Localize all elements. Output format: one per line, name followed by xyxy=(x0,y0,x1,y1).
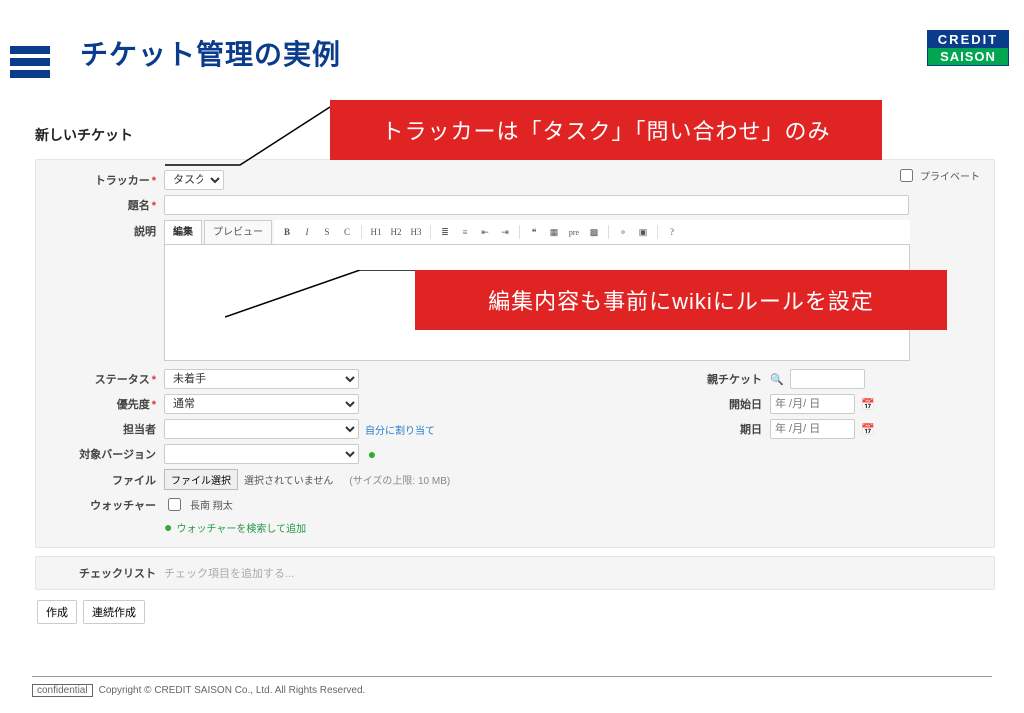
callout-tracker: トラッカーは「タスク」「問い合わせ」のみ xyxy=(330,100,882,160)
file-status: 選択されていません xyxy=(244,472,333,487)
pointer-line-1 xyxy=(165,105,335,170)
watcher-name: 長南 翔太 xyxy=(190,497,233,512)
toolbar-strike-icon[interactable]: S xyxy=(318,223,336,241)
toolbar-pre-icon[interactable]: pre xyxy=(565,223,583,241)
toolbar-ul-icon[interactable]: ≣ xyxy=(436,223,454,241)
description-label: 説明 xyxy=(48,220,164,239)
tracker-select[interactable]: タスク xyxy=(164,170,224,190)
assignee-label: 担当者 xyxy=(48,421,164,437)
due-date-input[interactable] xyxy=(770,419,855,439)
target-version-label: 対象バージョン xyxy=(48,446,164,462)
priority-select[interactable]: 通常 xyxy=(164,394,359,414)
toolbar-code-icon[interactable]: C xyxy=(338,223,356,241)
priority-label: 優先度* xyxy=(48,396,164,412)
status-label: ステータス* xyxy=(48,371,164,387)
toolbar-h2-icon[interactable]: H2 xyxy=(387,223,405,241)
toolbar-link-icon[interactable]: ⚬ xyxy=(614,223,632,241)
logo-line1: CREDIT xyxy=(928,31,1008,48)
toolbar-h3-icon[interactable]: H3 xyxy=(407,223,425,241)
toolbar-quote-icon[interactable]: ❝ xyxy=(525,223,543,241)
footer-tag: confidential xyxy=(32,684,93,697)
slide-footer: confidential Copyright © CREDIT SAISON C… xyxy=(32,684,365,697)
add-version-icon[interactable]: ● xyxy=(365,447,379,461)
assignee-select[interactable] xyxy=(164,419,359,439)
toolbar-bold-icon[interactable]: B xyxy=(278,223,296,241)
callout-editor: 編集内容も事前にwikiにルールを設定 xyxy=(415,270,947,330)
private-label: プライベート xyxy=(920,168,980,183)
search-icon: 🔍 xyxy=(770,373,784,386)
brand-logo: CREDIT SAISON xyxy=(927,30,1009,66)
toolbar-table-icon[interactable]: ▦ xyxy=(545,223,563,241)
private-checkbox-group: プライベート xyxy=(896,166,980,185)
footer-divider xyxy=(32,676,992,677)
watcher-label: ウォッチャー xyxy=(48,497,164,513)
parent-ticket-input[interactable] xyxy=(790,369,865,389)
toolbar-help-icon[interactable]: ? xyxy=(663,223,681,241)
toolbar-image-icon[interactable]: ▣ xyxy=(634,223,652,241)
calendar-icon[interactable]: 📅 xyxy=(861,398,875,411)
assign-to-me-link[interactable]: 自分に割り当て xyxy=(365,422,435,437)
subject-input[interactable] xyxy=(164,195,909,215)
subject-label: 題名* xyxy=(48,197,164,213)
pointer-line-2 xyxy=(225,270,420,320)
hamburger-icon xyxy=(10,46,50,82)
tab-edit[interactable]: 編集 xyxy=(164,220,202,244)
toolbar-h1-icon[interactable]: H1 xyxy=(367,223,385,241)
toolbar-hl-icon[interactable]: ▩ xyxy=(585,223,603,241)
toolbar-italic-icon[interactable]: I xyxy=(298,223,316,241)
parent-ticket-label: 親チケット xyxy=(682,371,770,387)
form-panel: プライベート トラッカー* タスク 題名* 説明 編集 プレビュー xyxy=(35,159,995,548)
slide-title: チケット管理の実例 xyxy=(80,33,341,73)
create-continue-button[interactable]: 連続作成 xyxy=(83,600,145,624)
status-select[interactable]: 未着手 xyxy=(164,369,359,389)
checklist-input[interactable]: チェック項目を追加する... xyxy=(164,565,294,581)
toolbar-outdent-icon[interactable]: ⇤ xyxy=(476,223,494,241)
plus-icon: ● xyxy=(164,519,172,535)
file-hint: (サイズの上限: 10 MB) xyxy=(349,472,450,487)
private-checkbox[interactable] xyxy=(900,169,913,182)
new-ticket-screenshot: 新しいチケット プライベート トラッカー* タスク 題名* 説明 xyxy=(35,125,995,624)
footer-text: Copyright © CREDIT SAISON Co., Ltd. All … xyxy=(99,685,366,696)
toolbar-ol-icon[interactable]: ≡ xyxy=(456,223,474,241)
editor-tabs: 編集 プレビュー B I S C H1 H2 H3 ≣ ≡ ⇤ xyxy=(164,220,910,245)
logo-line2: SAISON xyxy=(928,48,1008,65)
watcher-search-link[interactable]: ● ウォッチャーを検索して追加 xyxy=(164,519,642,535)
checklist-panel: チェックリスト チェック項目を追加する... xyxy=(35,556,995,590)
file-choose-button[interactable]: ファイル選択 xyxy=(164,469,238,490)
file-label: ファイル xyxy=(48,472,164,488)
create-button[interactable]: 作成 xyxy=(37,600,77,624)
watcher-checkbox[interactable] xyxy=(168,498,181,511)
start-date-label: 開始日 xyxy=(682,396,770,412)
calendar-icon[interactable]: 📅 xyxy=(861,423,875,436)
checklist-label: チェックリスト xyxy=(48,565,164,581)
toolbar-indent-icon[interactable]: ⇥ xyxy=(496,223,514,241)
start-date-input[interactable] xyxy=(770,394,855,414)
tab-preview[interactable]: プレビュー xyxy=(204,220,272,244)
tracker-label: トラッカー* xyxy=(48,172,164,188)
due-date-label: 期日 xyxy=(682,421,770,437)
target-version-select[interactable] xyxy=(164,444,359,464)
